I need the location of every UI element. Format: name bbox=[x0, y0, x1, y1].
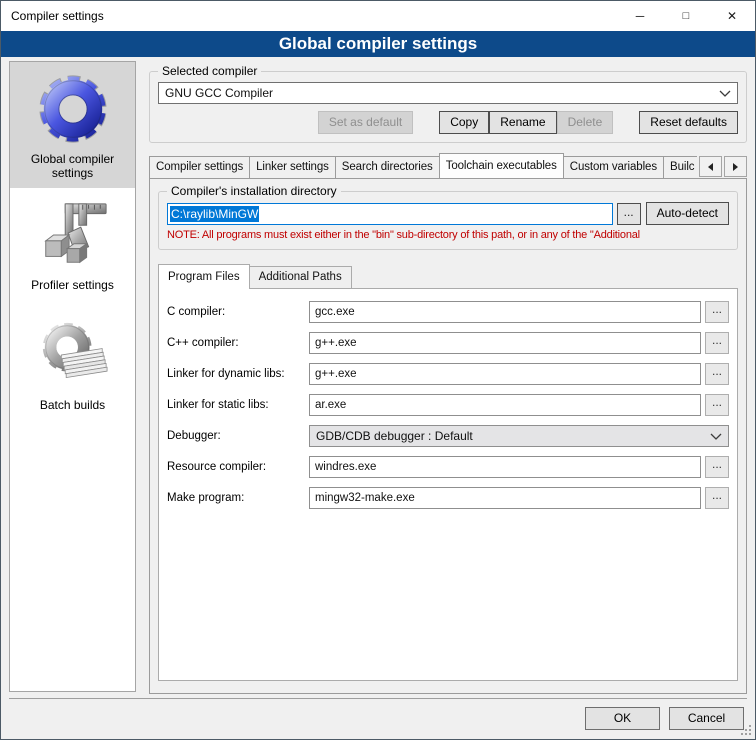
set-as-default-button[interactable]: Set as default bbox=[318, 111, 413, 134]
tab-toolchain-executables[interactable]: Toolchain executables bbox=[439, 153, 564, 178]
tab-scroll-right-button[interactable] bbox=[724, 156, 747, 177]
cpp-compiler-label: C++ compiler: bbox=[167, 337, 309, 349]
resource-compiler-row: Resource compiler: ... bbox=[167, 456, 729, 478]
c-compiler-label: C compiler: bbox=[167, 306, 309, 318]
linker-dynamic-input[interactable] bbox=[309, 363, 701, 385]
sidebar-item-label: Profiler settings bbox=[31, 278, 114, 292]
ok-button[interactable]: OK bbox=[585, 707, 660, 730]
tab-build-options-clipped[interactable]: Builc bbox=[663, 156, 697, 178]
debugger-row: Debugger: GDB/CDB debugger : Default bbox=[167, 425, 729, 447]
selected-compiler-legend: Selected compiler bbox=[158, 64, 261, 78]
window-title: Compiler settings bbox=[1, 1, 617, 31]
close-button[interactable]: ✕ bbox=[709, 1, 755, 31]
maximize-button[interactable]: □ bbox=[663, 1, 709, 31]
auto-detect-button[interactable]: Auto-detect bbox=[646, 202, 729, 225]
close-icon: ✕ bbox=[727, 9, 737, 23]
debugger-label: Debugger: bbox=[167, 430, 309, 442]
delete-button[interactable]: Delete bbox=[557, 111, 614, 134]
bin-subdirectory-note: NOTE: All programs must exist either in … bbox=[167, 229, 729, 241]
installation-directory-value: C:\raylib\MinGW bbox=[170, 206, 259, 222]
installation-directory-legend: Compiler's installation directory bbox=[167, 184, 341, 198]
subtab-program-files[interactable]: Program Files bbox=[158, 264, 250, 289]
make-program-row: Make program: ... bbox=[167, 487, 729, 509]
titlebar: Compiler settings ─ □ ✕ bbox=[1, 1, 755, 31]
reset-defaults-button[interactable]: Reset defaults bbox=[639, 111, 738, 134]
triangle-left-icon bbox=[708, 163, 713, 171]
toolchain-executables-panel: Compiler's installation directory C:\ray… bbox=[149, 178, 747, 694]
cpp-compiler-row: C++ compiler: ... bbox=[167, 332, 729, 354]
linker-dynamic-label: Linker for dynamic libs: bbox=[167, 368, 309, 380]
settings-category-sidebar: Global compiler settings bbox=[9, 61, 136, 692]
selected-compiler-dropdown[interactable]: GNU GCC Compiler bbox=[158, 82, 738, 104]
make-program-browse-button[interactable]: ... bbox=[705, 487, 729, 509]
gear-stack-icon bbox=[36, 318, 110, 392]
gear-blue-icon bbox=[36, 72, 110, 146]
cancel-button[interactable]: Cancel bbox=[669, 707, 744, 730]
minimize-icon: ─ bbox=[636, 9, 645, 23]
dialog-footer: OK Cancel bbox=[9, 698, 747, 739]
linker-static-browse-button[interactable]: ... bbox=[705, 394, 729, 416]
tab-custom-variables[interactable]: Custom variables bbox=[563, 156, 664, 178]
caliper-icon bbox=[36, 198, 110, 272]
compiler-tabs: Compiler settings Linker settings Search… bbox=[149, 153, 747, 178]
linker-static-input[interactable] bbox=[309, 394, 701, 416]
c-compiler-browse-button[interactable]: ... bbox=[705, 301, 729, 323]
sidebar-item-profiler-settings[interactable]: Profiler settings bbox=[10, 188, 135, 308]
debugger-value: GDB/CDB debugger : Default bbox=[316, 429, 706, 443]
tab-scroll-left-button[interactable] bbox=[699, 156, 722, 177]
copy-button[interactable]: Copy bbox=[439, 111, 489, 134]
minimize-button[interactable]: ─ bbox=[617, 1, 663, 31]
linker-static-row: Linker for static libs: ... bbox=[167, 394, 729, 416]
chevron-down-icon bbox=[719, 90, 731, 97]
selected-compiler-group: Selected compiler GNU GCC Compiler Set a… bbox=[149, 71, 747, 143]
resize-grip[interactable] bbox=[741, 725, 753, 737]
sidebar-item-label: Batch builds bbox=[40, 398, 105, 412]
sidebar-item-global-compiler-settings[interactable]: Global compiler settings bbox=[10, 62, 135, 188]
tab-compiler-settings[interactable]: Compiler settings bbox=[149, 156, 250, 178]
c-compiler-input[interactable] bbox=[309, 301, 701, 323]
linker-static-label: Linker for static libs: bbox=[167, 399, 309, 411]
sidebar-item-batch-builds[interactable]: Batch builds bbox=[10, 308, 135, 428]
program-files-page: C compiler: ... C++ compiler: ... bbox=[158, 288, 738, 681]
program-files-subtabs: Program Files Additional Paths bbox=[158, 264, 738, 288]
installation-directory-group: Compiler's installation directory C:\ray… bbox=[158, 191, 738, 250]
triangle-right-icon bbox=[733, 163, 738, 171]
make-program-label: Make program: bbox=[167, 492, 309, 504]
c-compiler-row: C compiler: ... bbox=[167, 301, 729, 323]
cpp-compiler-input[interactable] bbox=[309, 332, 701, 354]
dialog-banner-title: Global compiler settings bbox=[1, 31, 755, 57]
installation-directory-browse-button[interactable]: ... bbox=[617, 203, 641, 225]
tab-search-directories[interactable]: Search directories bbox=[335, 156, 440, 178]
tab-linker-settings[interactable]: Linker settings bbox=[249, 156, 336, 178]
installation-directory-input[interactable]: C:\raylib\MinGW bbox=[167, 203, 613, 225]
subtab-additional-paths[interactable]: Additional Paths bbox=[249, 266, 352, 288]
resource-compiler-label: Resource compiler: bbox=[167, 461, 309, 473]
chevron-down-icon bbox=[710, 433, 722, 440]
resource-compiler-input[interactable] bbox=[309, 456, 701, 478]
cpp-compiler-browse-button[interactable]: ... bbox=[705, 332, 729, 354]
resource-compiler-browse-button[interactable]: ... bbox=[705, 456, 729, 478]
debugger-dropdown[interactable]: GDB/CDB debugger : Default bbox=[309, 425, 729, 447]
linker-dynamic-browse-button[interactable]: ... bbox=[705, 363, 729, 385]
linker-dynamic-row: Linker for dynamic libs: ... bbox=[167, 363, 729, 385]
sidebar-item-label: Global compiler settings bbox=[14, 152, 131, 180]
selected-compiler-value: GNU GCC Compiler bbox=[165, 86, 715, 100]
compiler-settings-dialog: Compiler settings ─ □ ✕ Global compiler … bbox=[0, 0, 756, 740]
maximize-icon: □ bbox=[683, 10, 690, 22]
rename-button[interactable]: Rename bbox=[489, 111, 556, 134]
make-program-input[interactable] bbox=[309, 487, 701, 509]
